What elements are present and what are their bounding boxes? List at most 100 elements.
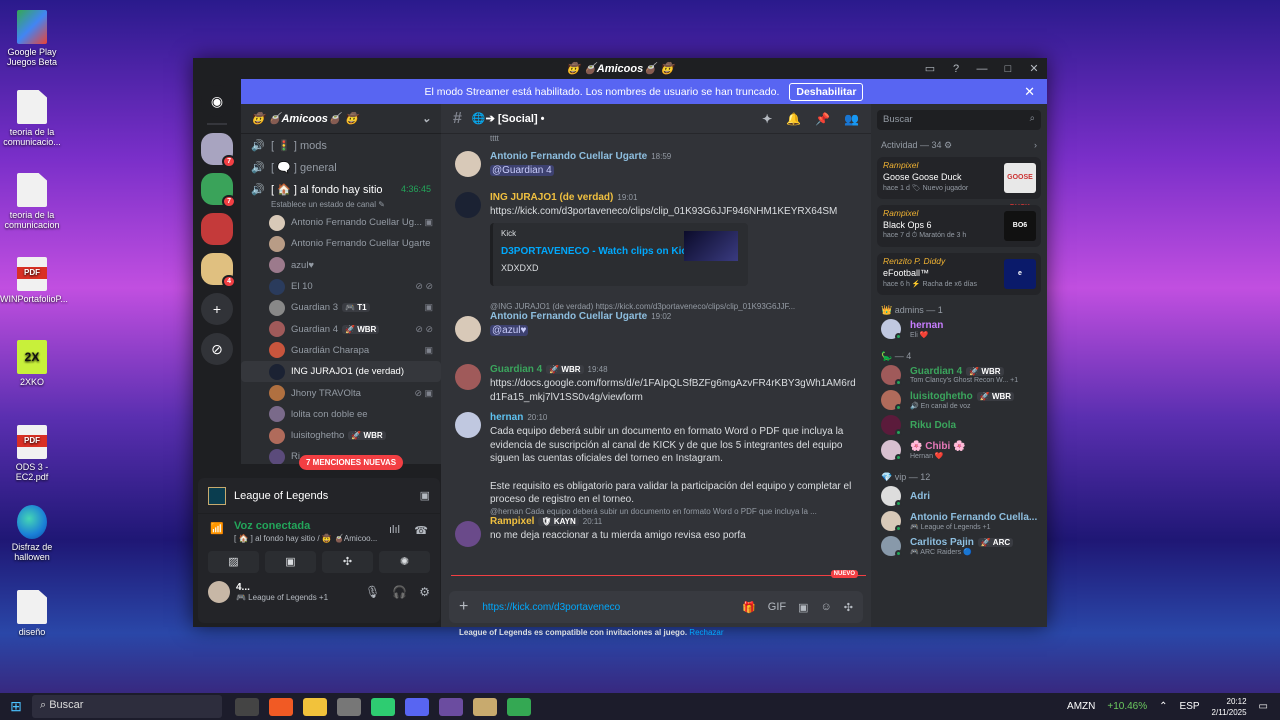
chevron-right-icon[interactable]: › bbox=[1034, 140, 1037, 151]
voice-user[interactable]: lolita con doble ee bbox=[241, 404, 441, 425]
voice-user[interactable]: Guardián Charapa ▣ bbox=[241, 340, 441, 361]
avatar[interactable] bbox=[455, 151, 481, 177]
message-composer[interactable]: + https://kick.com/d3portaveneco 🎁 GIF ▣ ☺ ✣ bbox=[449, 591, 863, 623]
taskbar-search[interactable]: ⌕ Buscar bbox=[32, 695, 222, 718]
window-control-button[interactable]: — bbox=[969, 63, 995, 75]
noise-icon[interactable]: ılıl bbox=[389, 524, 400, 536]
message-link[interactable]: https://kick.com/d3portaveneco/clips/cli… bbox=[490, 205, 860, 219]
channel-item[interactable]: 🔊 [ 🏠 ] al fondo hay sitio 4:36:45 bbox=[241, 178, 441, 200]
reply-preview[interactable]: @hernan Cada equipo deberá subir un docu… bbox=[490, 507, 860, 516]
disconnect-icon[interactable]: ☎ bbox=[414, 524, 428, 537]
close-icon[interactable]: ✕ bbox=[1024, 84, 1035, 100]
desktop-icon[interactable]: diseño bbox=[0, 590, 64, 637]
server-icon[interactable]: 4 bbox=[201, 253, 236, 288]
app-icon[interactable] bbox=[439, 697, 463, 716]
desktop-icon[interactable]: Google Play Juegos Beta bbox=[0, 10, 64, 67]
server-icon[interactable]: 7 bbox=[201, 133, 236, 168]
app-icon[interactable] bbox=[371, 697, 395, 716]
channel-item[interactable]: 🔊 [ 🚦 ] mods bbox=[241, 134, 441, 156]
voice-user[interactable]: Guardian 4 🚀 WBR ⊘ ⊘ bbox=[241, 318, 441, 339]
voice-user[interactable]: Jhony TRAVOlta ⊘ ▣ bbox=[241, 382, 441, 403]
league-taskbar-icon[interactable] bbox=[473, 697, 497, 716]
avatar[interactable] bbox=[455, 364, 481, 390]
desktop-icon[interactable]: 2X 2XKO bbox=[0, 340, 64, 387]
member-item[interactable]: hernan Eli ❤️ bbox=[871, 316, 1047, 341]
desktop-icon[interactable]: Disfraz de hallowen bbox=[0, 505, 64, 562]
window-control-button[interactable]: ? bbox=[943, 63, 969, 75]
desktop-icon[interactable]: PDF WINPortafolioP... bbox=[0, 257, 68, 304]
embed-thumbnail[interactable] bbox=[684, 230, 738, 261]
language[interactable]: ESP bbox=[1180, 701, 1200, 712]
avatar[interactable] bbox=[455, 521, 481, 547]
notification-icon[interactable]: ▭ bbox=[1259, 701, 1268, 712]
voice-action-button[interactable]: ✣ bbox=[322, 551, 373, 573]
add-server-icon[interactable]: + bbox=[201, 293, 233, 325]
avatar[interactable] bbox=[455, 316, 481, 342]
window-titlebar[interactable]: 🤠 🧉Amicoos🧉 🤠 ▭? — □ ✕ bbox=[193, 58, 1047, 79]
clock[interactable]: 20:12 2/11/2025 bbox=[1212, 696, 1247, 718]
server-icon[interactable]: 7 bbox=[201, 173, 236, 208]
member-item[interactable]: Guardian 4 🚀 WBR Tom Clancy's Ghost Recon … bbox=[871, 362, 1047, 387]
user-control-icon[interactable]: 🎙 bbox=[365, 585, 380, 599]
header-icon[interactable]: 🔔 bbox=[786, 112, 801, 126]
member-item[interactable]: Antonio Fernando Cuella... 🎮 League of Le… bbox=[871, 508, 1047, 533]
member-item[interactable]: 🌸 Chibi 🌸 Hernan ❤️ bbox=[871, 437, 1047, 462]
avatar[interactable] bbox=[455, 412, 481, 438]
voice-user[interactable]: El 10 ⊘ ⊘ bbox=[241, 276, 441, 297]
voice-user[interactable]: luisitoghetho 🚀 WBR bbox=[241, 425, 441, 446]
composer-icon[interactable]: 🎁 bbox=[742, 601, 756, 614]
header-icon[interactable]: 👥 bbox=[844, 112, 859, 126]
chrome-icon[interactable] bbox=[507, 697, 531, 716]
desktop-icon[interactable]: teoria de la comunicacio... bbox=[0, 90, 64, 147]
message-link[interactable]: https://docs.google.com/forms/d/e/1FAIpQ… bbox=[490, 377, 860, 404]
new-mentions-pill[interactable]: 7 MENCIONES NUEVAS bbox=[299, 455, 404, 470]
author-name[interactable]: Antonio Fernando Cuellar Ugarte bbox=[490, 151, 647, 162]
discord-taskbar-icon[interactable] bbox=[405, 697, 429, 716]
member-item[interactable]: Riku Dola bbox=[871, 412, 1047, 437]
plus-icon[interactable]: + bbox=[459, 598, 468, 616]
member-item[interactable]: Adri bbox=[871, 483, 1047, 508]
windows-start-icon[interactable]: ⊞ bbox=[0, 698, 32, 715]
brave-icon[interactable] bbox=[269, 697, 293, 716]
member-item[interactable]: Carlitos Pajin 🚀 ARC 🎮 ARC Raiders 🔵 bbox=[871, 533, 1047, 558]
user-control-icon[interactable]: 🎧 bbox=[392, 585, 407, 599]
author-name[interactable]: Rampixel bbox=[490, 516, 534, 527]
task-view-icon[interactable] bbox=[235, 697, 259, 716]
user-mention[interactable]: @Guardian 4 bbox=[490, 165, 554, 176]
composer-icon[interactable]: ✣ bbox=[844, 601, 853, 614]
member-item[interactable]: luisitoghetho 🚀 WBR 🔊 En canal de voz bbox=[871, 387, 1047, 412]
activity-card[interactable]: Renzito P. Diddy eFootball™ hace 6 h ⚡ Rac… bbox=[877, 253, 1041, 295]
voice-user[interactable]: ING JURAJO1 (de verdad) bbox=[241, 361, 441, 383]
search-input[interactable]: Buscar ⌕ bbox=[877, 110, 1041, 130]
channel-item[interactable]: 🔊 [ 🗨️ ] general bbox=[241, 156, 441, 178]
author-name[interactable]: hernan bbox=[490, 412, 523, 423]
screen-icon[interactable]: ▣ bbox=[420, 489, 430, 502]
window-control-button[interactable]: ✕ bbox=[1021, 62, 1047, 75]
server-icon[interactable] bbox=[201, 213, 233, 245]
desktop-icon[interactable]: PDF ODS 3 - EC2.pdf bbox=[0, 425, 64, 482]
chevron-up-icon[interactable]: ⌃ bbox=[1159, 701, 1167, 712]
user-control-icon[interactable]: ⚙ bbox=[419, 585, 430, 599]
voice-channel[interactable]: [ 🏠 ] al fondo hay sitio / 🤠 🧉Amicoo... bbox=[198, 532, 440, 543]
channel-status[interactable]: Establece un estado de canal ✎ bbox=[241, 200, 441, 212]
header-icon[interactable]: 📌 bbox=[815, 112, 830, 126]
author-name[interactable]: Guardian 4 bbox=[490, 364, 542, 375]
disable-streamer-button[interactable]: Deshabilitar bbox=[789, 82, 864, 101]
composer-icon[interactable]: ▣ bbox=[798, 601, 808, 614]
voice-action-button[interactable]: ▨ bbox=[208, 551, 259, 573]
composer-input[interactable]: https://kick.com/d3portaveneco bbox=[482, 602, 620, 613]
activity-card[interactable]: Rampixel Goose Goose Duck hace 1 d 🏷 Nuevo… bbox=[877, 157, 1041, 211]
server-header[interactable]: 🤠 🧉Amicoos🧉 🤠 ⌄ bbox=[241, 104, 441, 134]
explorer-icon[interactable] bbox=[303, 697, 327, 716]
app-icon[interactable] bbox=[337, 697, 361, 716]
avatar[interactable] bbox=[208, 581, 230, 603]
stock-ticker[interactable]: AMZN bbox=[1067, 701, 1095, 712]
window-control-button[interactable]: □ bbox=[995, 63, 1021, 75]
discover-icon[interactable]: ⊘ bbox=[201, 333, 233, 365]
user-mention[interactable]: @azul♥ bbox=[490, 325, 529, 336]
voice-user[interactable]: Antonio Fernando Cuellar Ugarte bbox=[241, 233, 441, 254]
activity-game[interactable]: League of Legends ▣ bbox=[198, 478, 440, 514]
voice-action-button[interactable]: ▣ bbox=[265, 551, 316, 573]
desktop-icon[interactable]: teoria de la comunicacion bbox=[0, 173, 64, 230]
reply-preview[interactable]: @ING JURAJO1 (de verdad) https://kick.co… bbox=[490, 302, 860, 311]
